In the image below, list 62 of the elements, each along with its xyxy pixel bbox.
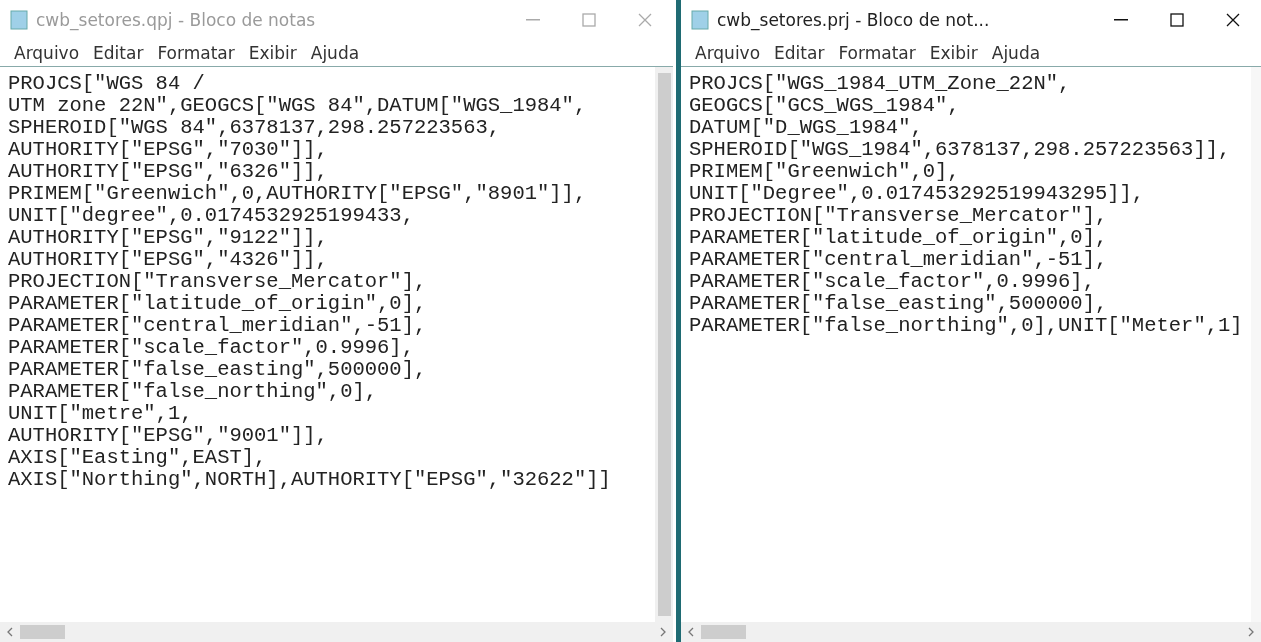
text-line: PRIMEM["Greenwich",0], — [689, 161, 961, 183]
minimize-icon — [526, 19, 540, 21]
text-line: PARAMETER["latitude_of_origin",0], — [689, 227, 1109, 249]
menu-item[interactable]: Editar — [768, 43, 831, 63]
text-line: GEOGCS["GCS_WGS_1984", — [689, 95, 961, 117]
text-line: PARAMETER["false_northing",0], — [8, 381, 379, 403]
right-chevron-icon[interactable] — [659, 627, 667, 637]
text-line: AUTHORITY["EPSG","7030"]], — [8, 139, 329, 161]
close-icon — [1226, 13, 1240, 27]
vertical-scrollbar[interactable] — [1250, 67, 1261, 622]
menu-item[interactable]: Ajuda — [985, 43, 1047, 63]
menu-item[interactable]: Arquivo — [689, 43, 767, 63]
text-line: PARAMETER["false_easting",500000], — [689, 293, 1109, 315]
text-line: AXIS["Northing",NORTH],AUTHORITY["EPSG","32622"]] — [8, 469, 612, 491]
text-line: PARAMETER["central_meridian",-51], — [689, 249, 1109, 271]
text-line: PROJCS["WGS 84 / — [8, 73, 206, 95]
text-line: SPHEROID["WGS_1984",6378137,298.257223563]], — [689, 139, 1232, 161]
text-line: UTM zone 22N",GEOGCS["WGS 84",DATUM["WGS_1984", — [8, 95, 588, 117]
text-line: PRIMEM["Greenwich",0,AUTHORITY["EPSG","8901"]], — [8, 183, 588, 205]
text-line: PROJECTION["Transverse_Mercator"], — [8, 271, 428, 293]
scrollbar-thumb[interactable] — [20, 625, 65, 639]
text-line: AUTHORITY["EPSG","9122"]], — [8, 227, 329, 249]
left-chevron-icon[interactable] — [6, 627, 14, 637]
text-line: SPHEROID["WGS 84",6378137,298.257223563, — [8, 117, 502, 139]
left-chevron-icon[interactable] — [687, 627, 695, 637]
menu-item[interactable]: Ajuda — [304, 43, 366, 63]
text-line: UNIT["metre",1, — [8, 403, 194, 425]
window-title: cwb_setores.qpj - Bloco de notas — [36, 10, 317, 30]
menu-item[interactable]: Exibir — [242, 43, 303, 63]
scrollbar-thumb[interactable] — [657, 73, 671, 616]
text-line: DATUM["D_WGS_1984", — [689, 117, 924, 139]
menu-item[interactable]: Exibir — [923, 43, 984, 63]
text-line: AUTHORITY["EPSG","4326"]], — [8, 249, 329, 271]
close-icon — [638, 13, 652, 27]
text-line: AUTHORITY["EPSG","6326"]], — [8, 161, 329, 183]
menu-item[interactable]: Arquivo — [8, 43, 86, 63]
text-line: AUTHORITY["EPSG","9001"]], — [8, 425, 329, 447]
notepad-icon — [691, 10, 709, 30]
scrollbar-thumb[interactable] — [701, 625, 746, 639]
right-chevron-icon[interactable] — [1247, 627, 1255, 637]
text-line: PARAMETER["scale_factor",0.9996], — [8, 337, 415, 359]
menu-item[interactable]: Formatar — [832, 43, 922, 63]
text-line: PROJCS["WGS_1984_UTM_Zone_22N", — [689, 73, 1072, 95]
horizontal-scrollbar[interactable] — [0, 622, 673, 642]
text-line: UNIT["degree",0.0174532925199433, — [8, 205, 415, 227]
minimize-icon — [1114, 19, 1128, 21]
vertical-scrollbar[interactable] — [655, 67, 673, 622]
text-line: AXIS["Easting",EAST], — [8, 447, 268, 469]
text-line: PARAMETER["false_northing",0],UNIT["Meter",1] — [689, 315, 1243, 337]
horizontal-scrollbar[interactable] — [681, 622, 1261, 642]
maximize-icon — [1170, 13, 1184, 27]
text-line: PARAMETER["central_meridian",-51], — [8, 315, 428, 337]
menu-item[interactable]: Formatar — [151, 43, 241, 63]
window-title: cwb_setores.prj - Bloco de not... — [717, 10, 991, 30]
text-line: PROJECTION["Transverse_Mercator"], — [689, 205, 1109, 227]
text-line: PARAMETER["latitude_of_origin",0], — [8, 293, 428, 315]
text-line: PARAMETER["false_easting",500000], — [8, 359, 428, 381]
text-line: UNIT["Degree",0.017453292519943295]], — [689, 183, 1146, 205]
text-line: PARAMETER["scale_factor",0.9996], — [689, 271, 1096, 293]
menu-item[interactable]: Editar — [87, 43, 150, 63]
maximize-icon — [582, 13, 596, 27]
notepad-icon — [10, 10, 28, 30]
